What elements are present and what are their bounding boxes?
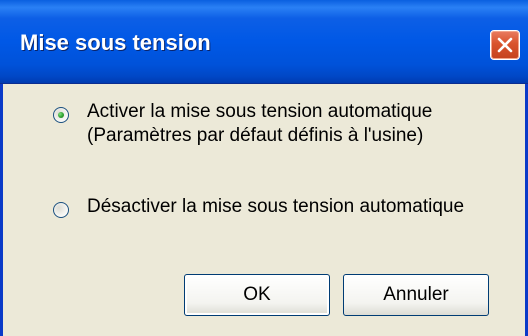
dialog-window: Mise sous tension Activer la mise sous t… (0, 0, 528, 336)
option-disable-auto-power[interactable]: Désactiver la mise sous tension automati… (53, 195, 464, 219)
close-button[interactable] (490, 30, 520, 60)
title-bar[interactable]: Mise sous tension (0, 0, 528, 84)
radio-disable[interactable] (53, 202, 69, 218)
option-enable-text: Activer la mise sous tension automatique (87, 101, 433, 122)
option-enable-auto-power[interactable]: Activer la mise sous tension automatique… (53, 100, 432, 148)
close-x-icon (497, 37, 513, 53)
radio-selected-dot (58, 112, 64, 118)
radio-enable[interactable] (53, 107, 69, 123)
dialog-body: Activer la mise sous tension automatique… (3, 84, 525, 336)
option-disable-text: Désactiver la mise sous tension automati… (87, 196, 465, 217)
option-enable-label: Activer la mise sous tension automatique… (87, 100, 432, 148)
window-title: Mise sous tension (20, 30, 211, 55)
option-enable-subtext: (Paramètres par défaut définis à l'usine… (87, 125, 424, 146)
option-disable-label: Désactiver la mise sous tension automati… (87, 195, 464, 219)
cancel-button[interactable]: Annuler (343, 274, 489, 316)
ok-button[interactable]: OK (184, 274, 330, 316)
